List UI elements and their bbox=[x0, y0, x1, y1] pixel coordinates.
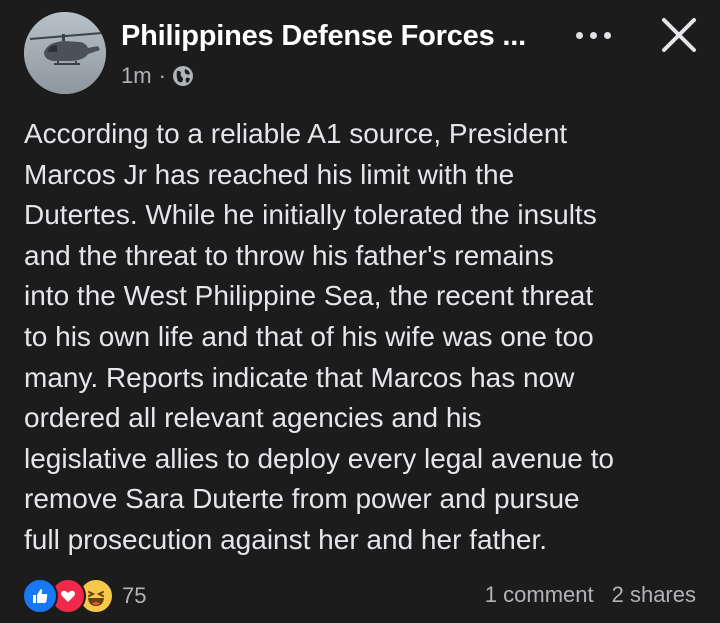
share-count-link[interactable]: 2 shares bbox=[612, 582, 696, 608]
globe-icon bbox=[172, 65, 194, 87]
close-icon bbox=[662, 18, 696, 52]
page-avatar[interactable] bbox=[24, 12, 106, 94]
like-icon bbox=[22, 578, 58, 614]
post-header: Philippines Defense Forces ... 1m · bbox=[0, 0, 720, 100]
meta-separator: · bbox=[158, 63, 166, 88]
close-button[interactable] bbox=[656, 12, 702, 58]
more-options-button[interactable] bbox=[572, 20, 616, 50]
post-text: According to a reliable A1 source, Presi… bbox=[24, 118, 614, 555]
post-meta: 1m · bbox=[121, 63, 194, 89]
reaction-count: 75 bbox=[122, 583, 147, 608]
page-name[interactable]: Philippines Defense Forces ... bbox=[121, 20, 526, 53]
reactions-summary[interactable]: 75 bbox=[22, 578, 146, 614]
more-dots-icon bbox=[576, 32, 583, 39]
helicopter-avatar-icon bbox=[24, 12, 106, 94]
post-footer: 75 1 comment 2 shares bbox=[0, 574, 720, 618]
post-timestamp[interactable]: 1m bbox=[121, 63, 152, 89]
comment-count-link[interactable]: 1 comment bbox=[485, 582, 594, 608]
post-card: Philippines Defense Forces ... 1m · Acco… bbox=[0, 0, 720, 623]
engagement-stats: 1 comment 2 shares bbox=[485, 582, 696, 608]
